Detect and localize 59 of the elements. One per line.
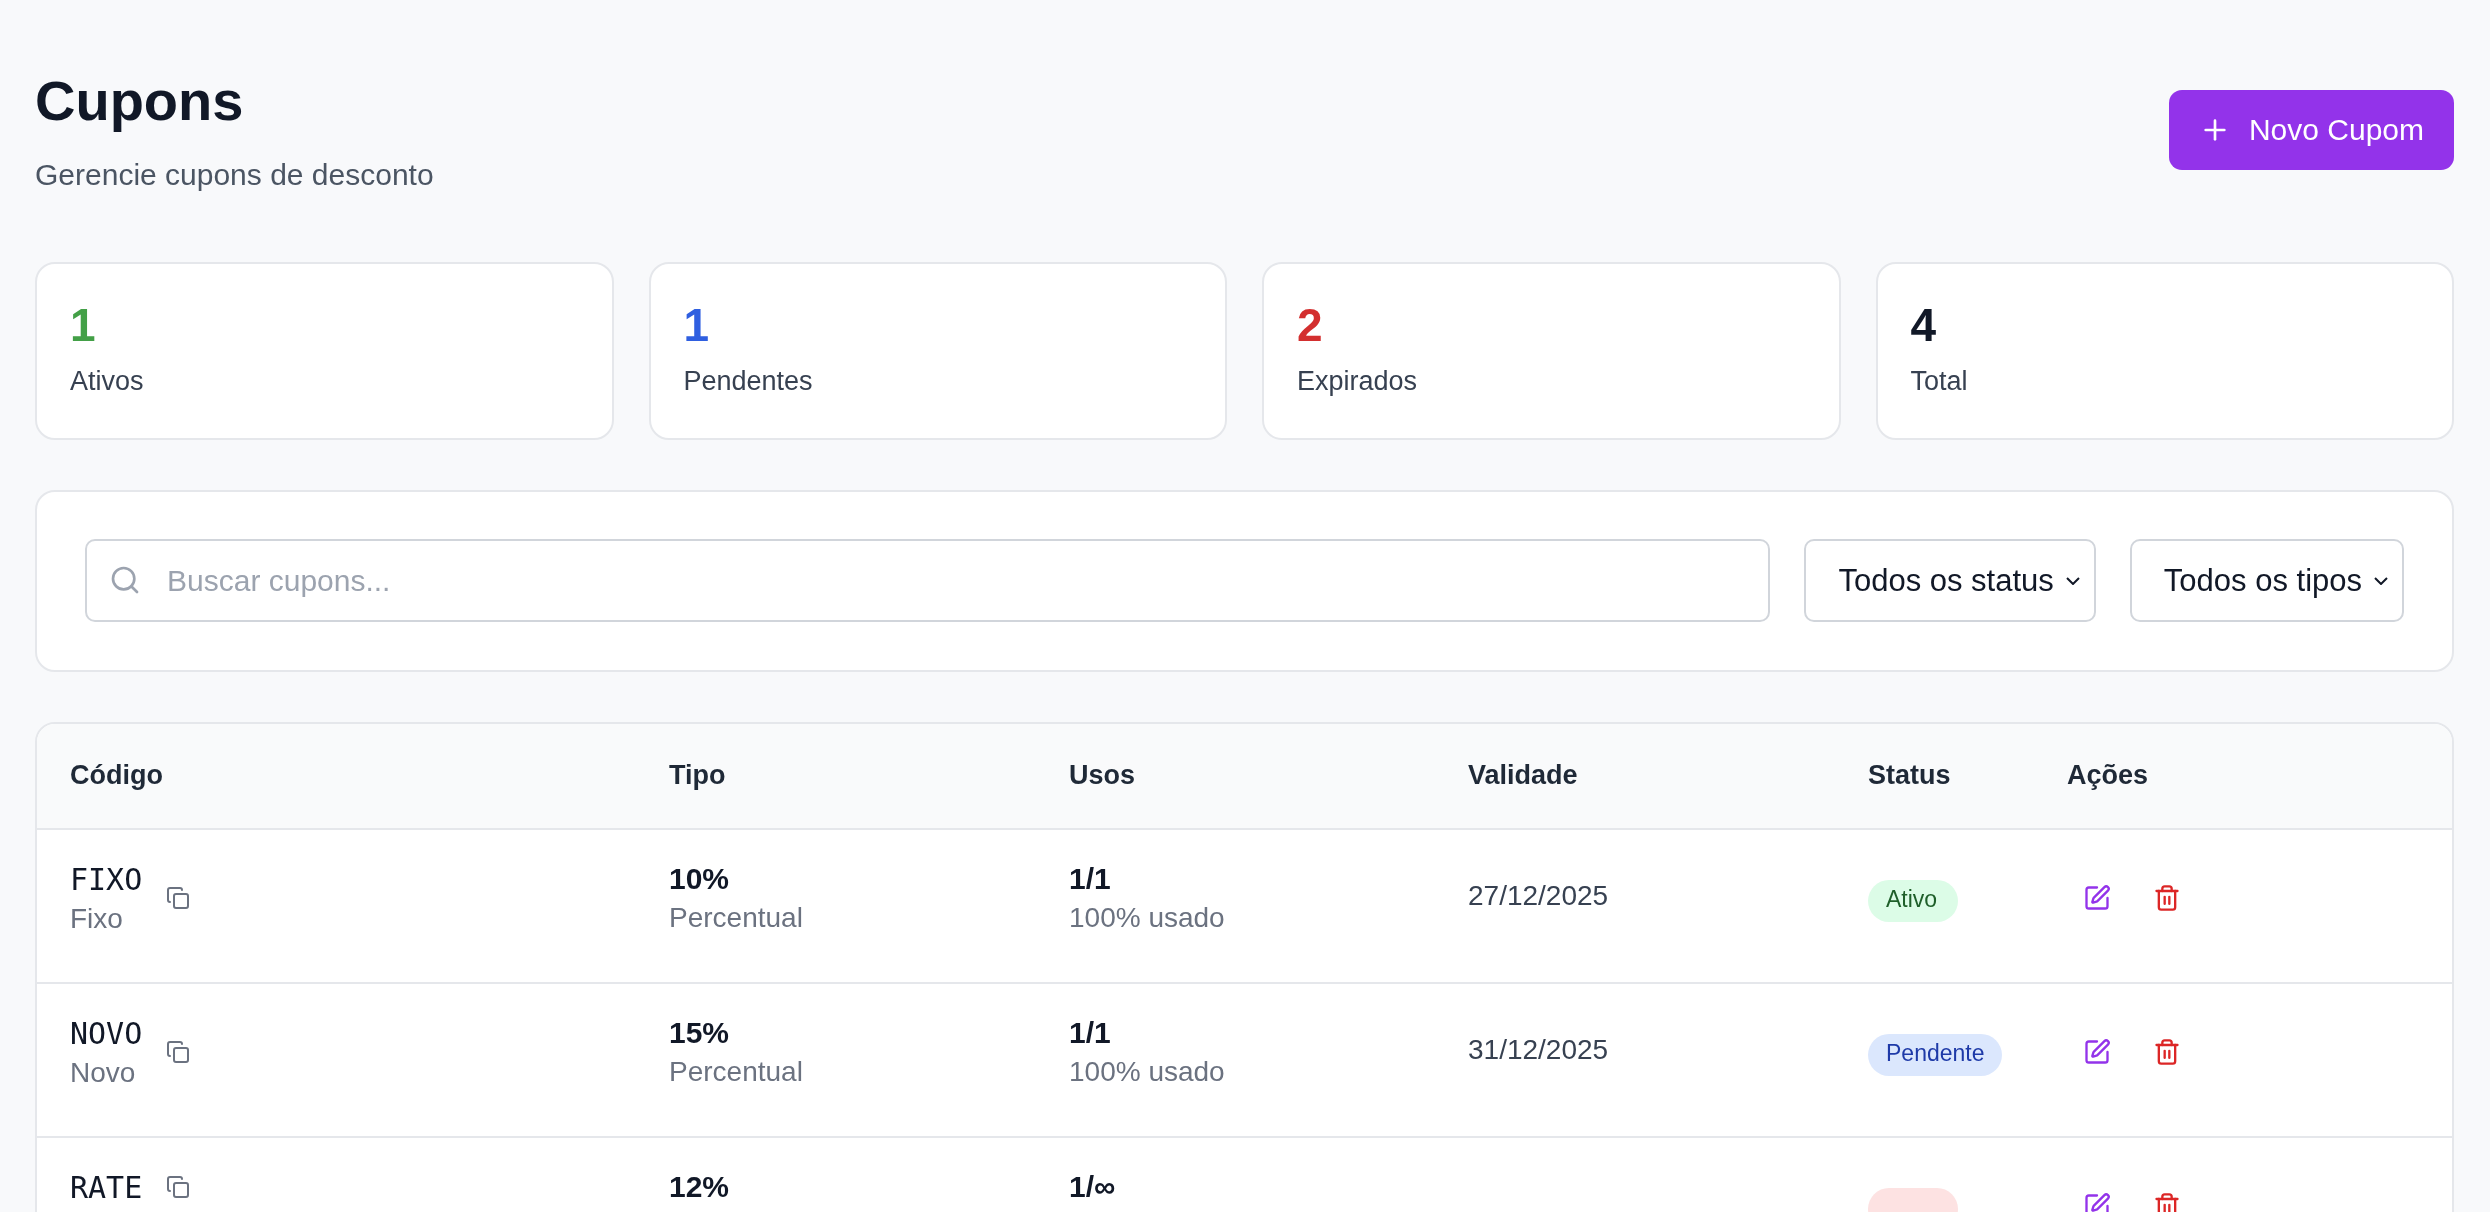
expiry-date: 31/12/2025 xyxy=(1468,1033,1610,1066)
status-badge: Pendente xyxy=(1868,1033,2003,1076)
chevron-down-icon xyxy=(2374,576,2388,585)
stat-value: 1 xyxy=(683,299,711,351)
coupon-code: NOVO xyxy=(70,1015,143,1051)
edit-icon xyxy=(2083,883,2111,912)
column-header: Ações xyxy=(2067,760,2150,792)
filter-dropdown[interactable]: Todos os status xyxy=(1804,539,2096,623)
page-title: Cupons xyxy=(35,70,245,132)
edit-button[interactable] xyxy=(2083,1191,2111,1212)
delete-button[interactable] xyxy=(2153,1037,2181,1066)
delete-button[interactable] xyxy=(2153,1191,2181,1212)
copy-icon xyxy=(166,1175,191,1200)
delete-button[interactable] xyxy=(2153,883,2181,912)
stat-value: 2 xyxy=(1297,299,1324,351)
coupon-name: Novo xyxy=(70,1056,137,1089)
coupon-name: Fixo xyxy=(70,902,124,935)
usage-count: 1/∞ xyxy=(1069,1169,1117,1204)
copy-button[interactable] xyxy=(166,886,191,911)
usage-percent: 100% usado xyxy=(1069,1055,1226,1088)
edit-button[interactable] xyxy=(2083,1037,2111,1066)
stat-value: 4 xyxy=(1910,299,1938,351)
filter-dropdown[interactable]: Todos os tipos xyxy=(2129,539,2404,623)
discount-value: 10% xyxy=(669,861,731,896)
usage-count: 1/1 xyxy=(1069,1015,1112,1050)
coupon-code: RATE xyxy=(70,1169,143,1205)
trash-icon xyxy=(2153,1191,2181,1212)
discount-value: 12% xyxy=(669,1169,731,1204)
trash-icon xyxy=(2153,1037,2181,1066)
copy-button[interactable] xyxy=(166,1175,191,1200)
column-header: Usos xyxy=(1069,760,1137,792)
stat-label: Ativos xyxy=(70,366,145,398)
discount-type: Percentual xyxy=(669,1055,804,1088)
usage-count: 1/1 xyxy=(1069,861,1112,896)
status-badge: Ativo xyxy=(1868,879,1958,922)
stat-label: Expirados xyxy=(1297,366,1419,398)
column-header: Tipo xyxy=(669,760,727,792)
stat-label: Total xyxy=(1910,366,1969,398)
search-field[interactable]: Buscar cupons... xyxy=(85,539,1771,623)
edit-icon xyxy=(2083,1037,2111,1066)
new-coupon-button[interactable]: Novo Cupom xyxy=(2168,90,2454,170)
trash-icon xyxy=(2153,883,2181,912)
expiry-date: 27/12/2025 xyxy=(1468,879,1610,912)
edit-icon xyxy=(2083,1191,2111,1212)
column-header: Código xyxy=(70,760,164,792)
copy-icon xyxy=(166,886,191,911)
copy-icon xyxy=(166,1040,191,1065)
edit-button[interactable] xyxy=(2083,883,2111,912)
stat-value: 1 xyxy=(70,299,97,351)
column-header: Status xyxy=(1868,760,1952,792)
discount-value: 15% xyxy=(669,1015,731,1050)
chevron-down-icon xyxy=(2065,576,2080,585)
page-subtitle: Gerencie cupons de desconto xyxy=(35,157,434,192)
discount-type: Percentual xyxy=(669,901,804,934)
coupon-code: FIXO xyxy=(70,861,143,897)
column-header: Validade xyxy=(1468,760,1579,792)
stat-label: Pendentes xyxy=(683,366,814,398)
usage-percent: 100% usado xyxy=(1069,901,1226,934)
copy-button[interactable] xyxy=(166,1040,191,1065)
